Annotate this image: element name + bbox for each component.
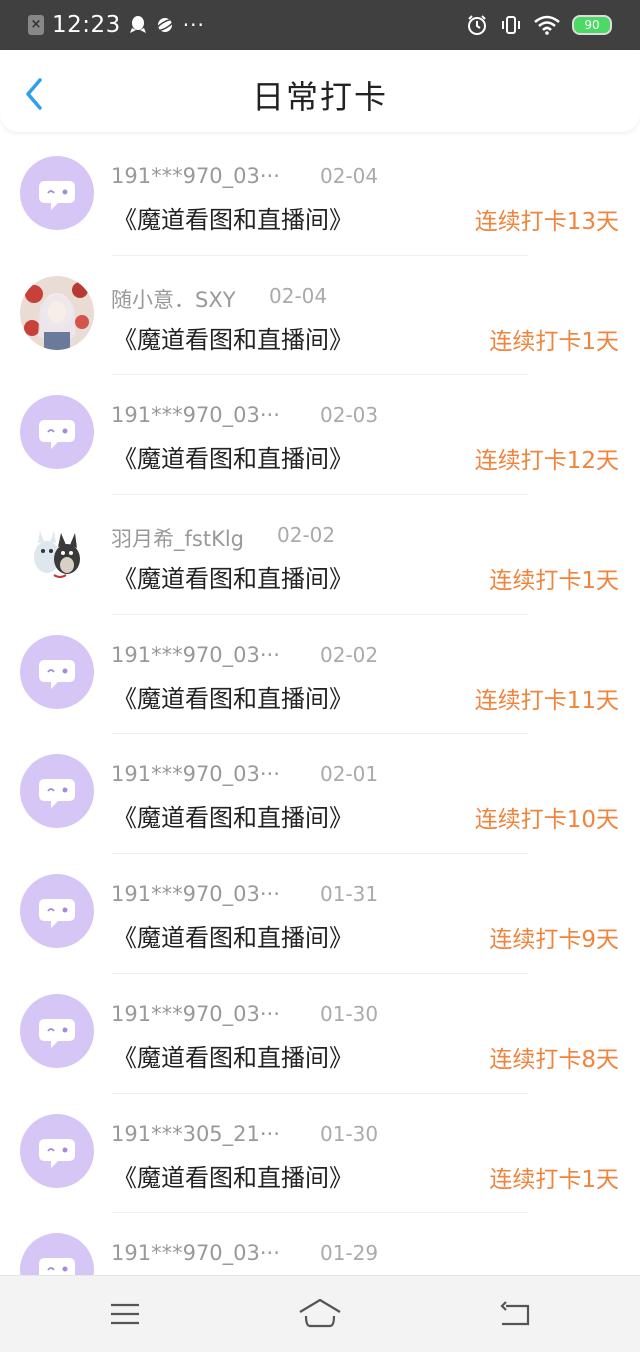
- list-item[interactable]: 191***970_03··· 01-30 《魔道看图和直播间》 连续打卡8天: [0, 974, 640, 1094]
- username: 191***970_03···: [111, 642, 280, 667]
- book-title: 《魔道看图和直播间》: [113, 1043, 353, 1072]
- username: 191***305_21···: [111, 1121, 280, 1146]
- page-title: 日常打卡: [251, 78, 388, 116]
- book-title: 《魔道看图和直播间》: [113, 565, 353, 594]
- close-icon: ×: [28, 15, 44, 35]
- chat-bubble-icon: [39, 899, 75, 929]
- book-title: 《魔道看图和直播间》: [113, 1163, 353, 1192]
- checkin-list: 191***970_03··· 02-04 《魔道看图和直播间》 连续打卡13天…: [0, 136, 640, 1333]
- streak-label: 连续打卡1天: [489, 328, 619, 355]
- planet-icon: [155, 18, 175, 32]
- avatar[interactable]: [20, 993, 94, 1068]
- avatar[interactable]: [20, 754, 94, 829]
- avatar[interactable]: [20, 515, 94, 590]
- checkin-date: 02-03: [320, 403, 379, 428]
- more-notifications: ···: [182, 13, 205, 37]
- checkin-date: 01-31: [320, 882, 379, 907]
- checkin-date: 01-30: [320, 1001, 379, 1026]
- list-item[interactable]: 191***970_03··· 01-31 《魔道看图和直播间》 连续打卡9天: [0, 854, 640, 974]
- header: 日常打卡: [0, 50, 640, 132]
- book-title: 《魔道看图和直播间》: [113, 445, 353, 474]
- streak-label: 连续打卡11天: [474, 687, 619, 714]
- username: 羽月希_fstKlg: [111, 527, 245, 552]
- username: 随小意．SXY: [111, 287, 236, 312]
- username: 191***970_03···: [111, 1241, 280, 1266]
- username: 191***970_03···: [111, 403, 280, 428]
- list-item[interactable]: 191***970_03··· 02-03 《魔道看图和直播间》 连续打卡12天: [0, 375, 640, 496]
- username: 191***970_03···: [111, 882, 280, 907]
- totoro-photo: [20, 515, 94, 590]
- avatar[interactable]: [20, 874, 94, 949]
- checkin-date: 02-04: [269, 283, 328, 308]
- list-item[interactable]: 191***970_03··· 02-01 《魔道看图和直播间》 连续打卡10天: [0, 734, 640, 855]
- book-title: 《魔道看图和直播间》: [113, 924, 353, 953]
- book-title: 《魔道看图和直播间》: [113, 804, 353, 833]
- status-time: 12:23: [52, 12, 121, 38]
- vibrate-icon: [502, 16, 520, 34]
- battery-icon: 90: [572, 15, 612, 35]
- list-item[interactable]: 羽月希_fstKlg 02-02 《魔道看图和直播间》 连续打卡1天: [0, 495, 640, 615]
- book-title: 《魔道看图和直播间》: [113, 684, 353, 713]
- username: 191***970_03···: [111, 164, 280, 188]
- avatar[interactable]: [20, 1113, 94, 1188]
- checkin-date: 02-04: [320, 164, 379, 188]
- back-icon[interactable]: [496, 1296, 536, 1332]
- chat-bubble-icon: [39, 779, 75, 809]
- list-item[interactable]: 191***305_21··· 01-30 《魔道看图和直播间》 连续打卡1天: [0, 1094, 640, 1214]
- streak-label: 连续打卡10天: [474, 807, 619, 834]
- anime-girl-photo: [20, 275, 94, 350]
- chat-bubble-icon: [39, 420, 75, 450]
- system-nav-bar: [0, 1275, 640, 1352]
- status-right: 90: [466, 14, 612, 36]
- checkin-date: 02-02: [320, 642, 379, 667]
- streak-label: 连续打卡8天: [489, 1046, 619, 1073]
- checkin-date: 01-29: [320, 1241, 379, 1266]
- username: 191***970_03···: [111, 762, 280, 787]
- book-title: 《魔道看图和直播间》: [113, 206, 353, 234]
- chat-bubble-icon: [39, 1018, 75, 1048]
- alarm-icon: [468, 15, 486, 35]
- status-left: × 12:23 ···: [28, 12, 205, 38]
- username: 191***970_03···: [111, 1001, 280, 1026]
- chat-bubble-icon: [39, 1138, 75, 1168]
- book-title: 《魔道看图和直播间》: [113, 325, 353, 354]
- streak-label: 连续打卡9天: [489, 927, 619, 954]
- avatar[interactable]: [20, 275, 94, 350]
- streak-label: 连续打卡13天: [474, 209, 619, 235]
- list-item[interactable]: 191***970_03··· 02-04 《魔道看图和直播间》 连续打卡13天: [0, 136, 640, 256]
- home-icon[interactable]: [298, 1296, 342, 1332]
- list-item[interactable]: 191***970_03··· 02-02 《魔道看图和直播间》 连续打卡11天: [0, 615, 640, 735]
- checkin-date: 02-01: [320, 762, 379, 787]
- avatar[interactable]: [20, 156, 94, 230]
- avatar[interactable]: [20, 634, 94, 709]
- menu-icon[interactable]: [105, 1296, 145, 1332]
- list-item[interactable]: 随小意．SXY 02-04 《魔道看图和直播间》 连续打卡1天: [0, 256, 640, 376]
- streak-label: 连续打卡12天: [474, 448, 619, 475]
- wifi-icon: [534, 15, 560, 35]
- avatar[interactable]: [20, 395, 94, 470]
- checkin-date: 02-02: [277, 523, 336, 548]
- checkin-date: 01-30: [320, 1121, 379, 1146]
- status-bar: × 12:23 ··· 90: [0, 0, 640, 50]
- streak-label: 连续打卡1天: [489, 1166, 619, 1193]
- chat-bubble-icon: [39, 181, 75, 210]
- qq-icon: [129, 16, 146, 33]
- streak-label: 连续打卡1天: [489, 568, 619, 595]
- chat-bubble-icon: [39, 659, 75, 689]
